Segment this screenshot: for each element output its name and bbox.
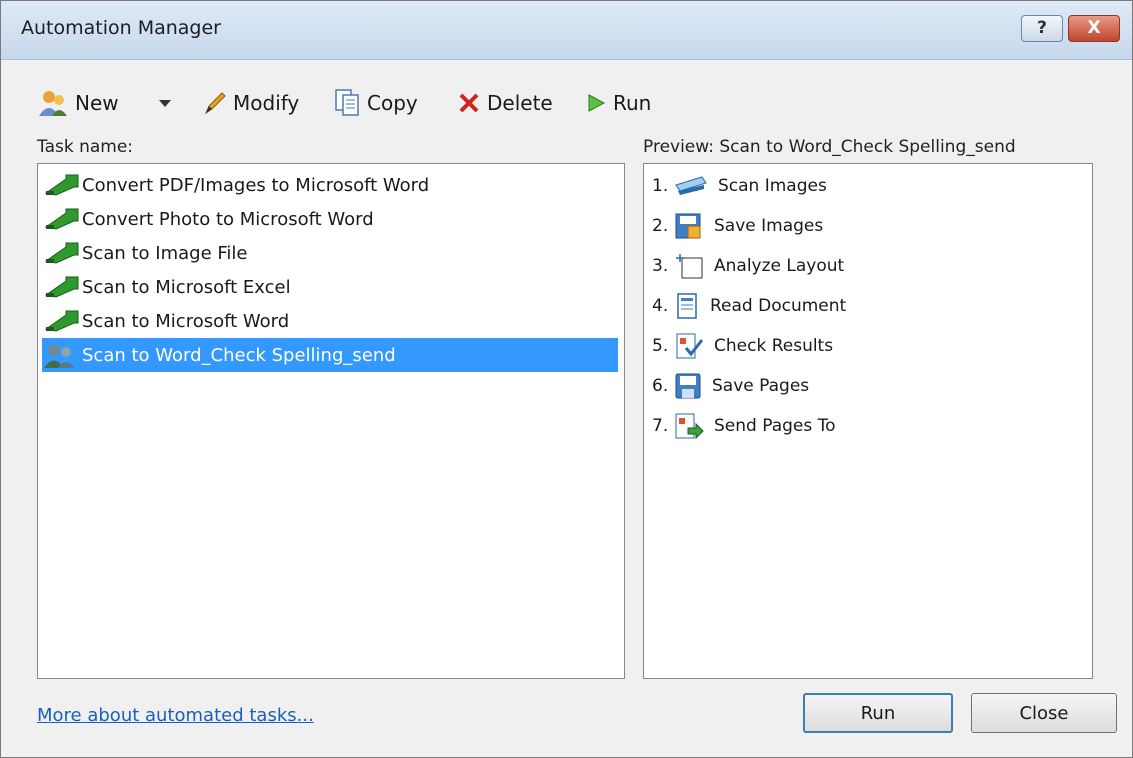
task-list-item[interactable]: Convert Photo to Microsoft Word [42,202,618,236]
preview-step: 1. Scan Images [652,168,827,204]
help-button[interactable]: ? [1021,15,1063,42]
task-list-item[interactable]: Scan to Word_Check Spelling_send [42,338,618,372]
task-list-item-label: Scan to Microsoft Excel [82,276,291,298]
chevron-down-icon [159,100,171,107]
custom-task-icon [44,344,74,368]
step-label: Send Pages To [714,416,836,436]
automation-manager-window: Automation Manager ? X New Modify Copy D… [0,0,1133,758]
copy-icon [335,89,359,116]
run-button[interactable]: Run [803,693,953,733]
step-number: 4. [652,296,669,316]
task-list-item[interactable]: Scan to Image File [42,236,618,270]
step-label: Scan Images [718,176,827,196]
window-title: Automation Manager [21,17,221,39]
new-dropdown-arrow[interactable] [157,83,179,123]
delete-button-label: Delete [487,91,553,115]
step-label: Save Pages [712,376,810,396]
close-button[interactable]: Close [971,693,1117,733]
task-list-item-label: Scan to Microsoft Word [82,310,290,332]
analyze-layout-icon [674,252,710,280]
task-arrow-icon [44,242,79,264]
new-button[interactable]: New [37,83,119,123]
run-toolbar-button[interactable]: Run [585,83,651,123]
more-about-link[interactable]: More about automated tasks... [37,705,314,726]
preview-step: 4. Read Document [652,288,846,324]
save-images-icon [674,212,710,240]
task-arrow-icon [44,310,79,332]
preview-step: 7. Send Pages To [652,408,836,444]
task-name-label: Task name: [37,137,134,157]
task-list-item[interactable]: Convert PDF/Images to Microsoft Word [42,168,618,202]
preview-step: 6. Save Pages [652,368,809,404]
task-list-item-label: Convert PDF/Images to Microsoft Word [82,174,430,196]
task-list-item[interactable]: Scan to Microsoft Word [42,304,618,338]
toolbar: New Modify Copy Delete Run [37,83,737,123]
copy-button[interactable]: Copy [335,83,418,123]
step-number: 7. [652,416,669,436]
pencil-icon [204,92,226,115]
title-bar: Automation Manager ? X [1,1,1132,60]
task-list-item-label: Scan to Image File [82,242,248,264]
delete-button[interactable]: Delete [457,83,553,123]
delete-x-icon [459,93,479,113]
scanner-icon [674,173,714,199]
read-document-icon [674,292,706,320]
task-list[interactable]: Convert PDF/Images to Microsoft Word Conv… [37,163,625,679]
new-task-icon [39,91,67,116]
task-arrow-icon [44,276,79,298]
task-list-item-label: Convert Photo to Microsoft Word [82,208,374,230]
task-arrow-icon [44,208,79,230]
run-toolbar-label: Run [613,91,652,115]
step-label: Analyze Layout [714,256,845,276]
task-list-item-label: Scan to Word_Check Spelling_send [82,344,396,366]
step-label: Save Images [714,216,824,236]
send-pages-icon [674,412,710,440]
copy-button-label: Copy [367,91,418,115]
step-label: Read Document [710,296,847,316]
modify-button-label: Modify [233,91,300,115]
preview-step: 3. Analyze Layout [652,248,844,284]
save-pages-icon [674,372,708,400]
step-number: 2. [652,216,669,236]
step-number: 5. [652,336,669,356]
task-arrow-icon [44,174,79,196]
preview-panel: 1. Scan Images 2. Save Images 3. Analyze Layo… [643,163,1093,679]
step-label: Check Results [714,336,834,356]
window-close-button[interactable]: X [1068,15,1120,42]
step-number: 1. [652,176,669,196]
modify-button[interactable]: Modify [203,83,299,123]
step-number: 6. [652,376,669,396]
new-button-label: New [75,91,119,115]
check-results-icon [674,332,710,360]
task-list-item[interactable]: Scan to Microsoft Excel [42,270,618,304]
preview-label: Preview: Scan to Word_Check Spelling_sen… [643,137,1016,157]
preview-step: 2. Save Images [652,208,823,244]
preview-step: 5. Check Results [652,328,833,364]
step-number: 3. [652,256,669,276]
play-icon [588,94,606,112]
